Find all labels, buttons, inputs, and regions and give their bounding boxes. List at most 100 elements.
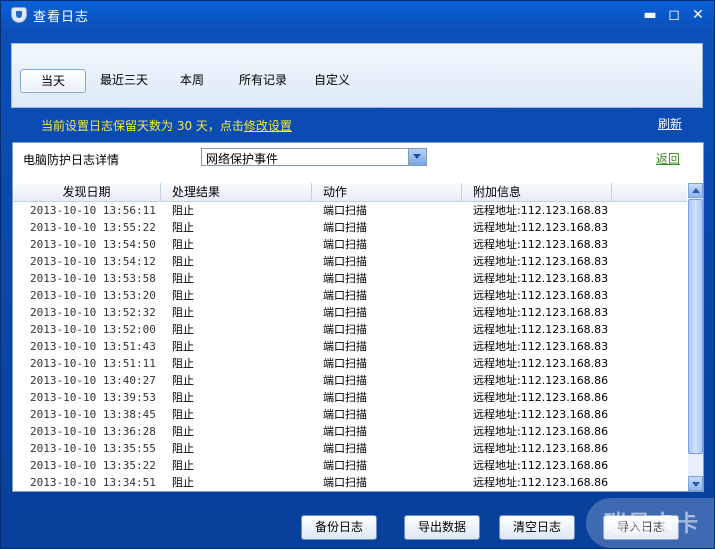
table-row[interactable]: 2013-10-10 13:36:28 阻止 端口扫描 远程地址:112.123.16… xyxy=(13,423,687,440)
export-data-button[interactable]: 导出数据 xyxy=(404,515,480,540)
cell-result: 阻止 xyxy=(172,476,194,489)
cell-info: 远程地址:112.123.168.83 xyxy=(473,272,609,285)
tab-last-three-days[interactable]: 最近三天 xyxy=(94,69,154,91)
cell-action: 端口扫描 xyxy=(323,425,367,438)
cell-date: 2013-10-10 13:39:53 xyxy=(30,391,156,404)
log-type-value: 网络保护事件 xyxy=(206,152,279,166)
cell-action: 端口扫描 xyxy=(323,323,367,336)
table-row[interactable]: 2013-10-10 13:52:00 阻止 端口扫描 远程地址:112.123.16… xyxy=(13,321,687,338)
cell-action: 端口扫描 xyxy=(323,272,367,285)
cell-result: 阻止 xyxy=(172,357,194,370)
shield-icon xyxy=(11,7,27,23)
table-header: 发现日期 处理结果 动作 附加信息 xyxy=(13,183,687,202)
column-header-action[interactable]: 动作 xyxy=(312,183,462,201)
cell-date: 2013-10-10 13:54:50 xyxy=(30,238,156,251)
table-row[interactable]: 2013-10-10 13:35:55 阻止 端口扫描 远程地址:112.123.16… xyxy=(13,440,687,457)
table-row[interactable]: 2013-10-10 13:38:45 阻止 端口扫描 远程地址:112.123.16… xyxy=(13,406,687,423)
log-detail-label: 电脑防护日志详情 xyxy=(23,153,120,167)
column-header-date[interactable]: 发现日期 xyxy=(13,183,161,201)
retention-text: 当前设置日志保留天数为 30 天，点击 xyxy=(41,119,244,133)
table-row[interactable]: 2013-10-10 13:52:32 阻止 端口扫描 远程地址:112.123.16… xyxy=(13,304,687,321)
table-row[interactable]: 2013-10-10 13:51:11 阻止 端口扫描 远程地址:112.123.16… xyxy=(13,355,687,372)
cell-action: 端口扫描 xyxy=(323,255,367,268)
cell-action: 端口扫描 xyxy=(323,204,367,217)
cell-action: 端口扫描 xyxy=(323,221,367,234)
column-header-result[interactable]: 处理结果 xyxy=(161,183,312,201)
cell-info: 远程地址:112.123.168.83 xyxy=(473,306,609,319)
modify-settings-link[interactable]: 修改设置 xyxy=(244,119,292,133)
cell-info: 远程地址:112.123.168.86 xyxy=(473,425,609,438)
table-row[interactable]: 2013-10-10 13:51:43 阻止 端口扫描 远程地址:112.123.16… xyxy=(13,338,687,355)
title-bar[interactable]: 查看日志 ▬ ◻ ✕ xyxy=(1,1,714,31)
window-title: 查看日志 xyxy=(33,10,90,25)
cell-action: 端口扫描 xyxy=(323,306,367,319)
cell-info: 远程地址:112.123.168.86 xyxy=(473,459,609,472)
cell-result: 阻止 xyxy=(172,408,194,421)
cell-date: 2013-10-10 13:53:20 xyxy=(30,289,156,302)
table-row[interactable]: 2013-10-10 13:34:51 阻止 端口扫描 远程地址:112.123.16… xyxy=(13,474,687,491)
table-row[interactable]: 2013-10-10 13:39:53 阻止 端口扫描 远程地址:112.123.16… xyxy=(13,389,687,406)
cell-action: 端口扫描 xyxy=(323,391,367,404)
tab-custom[interactable]: 自定义 xyxy=(310,69,354,91)
scroll-up-icon[interactable] xyxy=(688,183,703,198)
table-row[interactable]: 2013-10-10 13:53:20 阻止 端口扫描 远程地址:112.123.16… xyxy=(13,287,687,304)
scroll-down-icon[interactable] xyxy=(688,476,703,491)
watermark-text: 瑞星卡卡 xyxy=(604,512,701,537)
cell-result: 阻止 xyxy=(172,272,194,285)
table-body: 2013-10-10 13:56:11 阻止 端口扫描 远程地址:112.123.16… xyxy=(13,202,687,491)
column-header-info[interactable]: 附加信息 xyxy=(462,183,612,201)
scrollbar-thumb[interactable] xyxy=(688,199,703,454)
cell-result: 阻止 xyxy=(172,323,194,336)
table-row[interactable]: 2013-10-10 13:55:22 阻止 端口扫描 远程地址:112.123.16… xyxy=(13,219,687,236)
cell-info: 远程地址:112.123.168.83 xyxy=(473,357,609,370)
tab-this-week[interactable]: 本周 xyxy=(172,69,212,91)
cell-action: 端口扫描 xyxy=(323,476,367,489)
table-row[interactable]: 2013-10-10 13:56:11 阻止 端口扫描 远程地址:112.123.16… xyxy=(13,202,687,219)
cell-date: 2013-10-10 13:54:12 xyxy=(30,255,156,268)
tab-today[interactable]: 当天 xyxy=(20,69,86,93)
table-row[interactable]: 2013-10-10 13:53:58 阻止 端口扫描 远程地址:112.123.16… xyxy=(13,270,687,287)
cell-result: 阻止 xyxy=(172,238,194,251)
cell-result: 阻止 xyxy=(172,391,194,404)
vertical-scrollbar[interactable] xyxy=(688,183,703,491)
cell-result: 阻止 xyxy=(172,425,194,438)
cell-action: 端口扫描 xyxy=(323,459,367,472)
refresh-link[interactable]: 刷新 xyxy=(658,115,682,132)
close-button[interactable]: ✕ xyxy=(689,6,707,24)
log-type-select[interactable]: 网络保护事件 xyxy=(201,148,427,166)
table-row[interactable]: 2013-10-10 13:35:22 阻止 端口扫描 远程地址:112.123.16… xyxy=(13,457,687,474)
cell-result: 阻止 xyxy=(172,442,194,455)
cell-date: 2013-10-10 13:52:32 xyxy=(30,306,156,319)
table-row[interactable]: 2013-10-10 13:54:12 阻止 端口扫描 远程地址:112.123.16… xyxy=(13,253,687,270)
tab-all-records[interactable]: 所有记录 xyxy=(234,69,292,91)
cell-info: 远程地址:112.123.168.83 xyxy=(473,255,609,268)
cell-action: 端口扫描 xyxy=(323,357,367,370)
watermark-logo: 瑞星卡卡 xyxy=(586,498,714,548)
log-viewer-window: 查看日志 ▬ ◻ ✕ 当天 最近三天 本周 所有记录 自定义 当前设置日志保留天… xyxy=(0,0,715,549)
cell-date: 2013-10-10 13:38:45 xyxy=(30,408,156,421)
cell-result: 阻止 xyxy=(172,289,194,302)
cell-date: 2013-10-10 13:56:11 xyxy=(30,204,156,217)
cell-date: 2013-10-10 13:36:28 xyxy=(30,425,156,438)
cell-date: 2013-10-10 13:35:55 xyxy=(30,442,156,455)
cell-action: 端口扫描 xyxy=(323,340,367,353)
chevron-down-icon[interactable] xyxy=(408,149,426,165)
cell-result: 阻止 xyxy=(172,204,194,217)
table-row[interactable]: 2013-10-10 13:40:27 阻止 端口扫描 远程地址:112.123.16… xyxy=(13,372,687,389)
backup-log-button[interactable]: 备份日志 xyxy=(301,515,377,540)
table-row[interactable]: 2013-10-10 13:54:50 阻止 端口扫描 远程地址:112.123.16… xyxy=(13,236,687,253)
cell-info: 远程地址:112.123.168.83 xyxy=(473,204,609,217)
cell-action: 端口扫描 xyxy=(323,238,367,251)
cell-info: 远程地址:112.123.168.86 xyxy=(473,476,609,489)
cell-date: 2013-10-10 13:53:58 xyxy=(30,272,156,285)
cell-result: 阻止 xyxy=(172,459,194,472)
cell-result: 阻止 xyxy=(172,340,194,353)
cell-info: 远程地址:112.123.168.86 xyxy=(473,391,609,404)
cell-date: 2013-10-10 13:40:27 xyxy=(30,374,156,387)
cell-result: 阻止 xyxy=(172,374,194,387)
clear-log-button[interactable]: 清空日志 xyxy=(499,515,575,540)
minimize-button[interactable]: ▬ xyxy=(641,6,659,24)
maximize-button[interactable]: ◻ xyxy=(665,6,683,24)
log-detail-panel: 电脑防护日志详情 网络保护事件 返回 发现日期 处理结果 动作 附加信息 201… xyxy=(12,142,704,492)
back-link[interactable]: 返回 xyxy=(656,150,680,167)
